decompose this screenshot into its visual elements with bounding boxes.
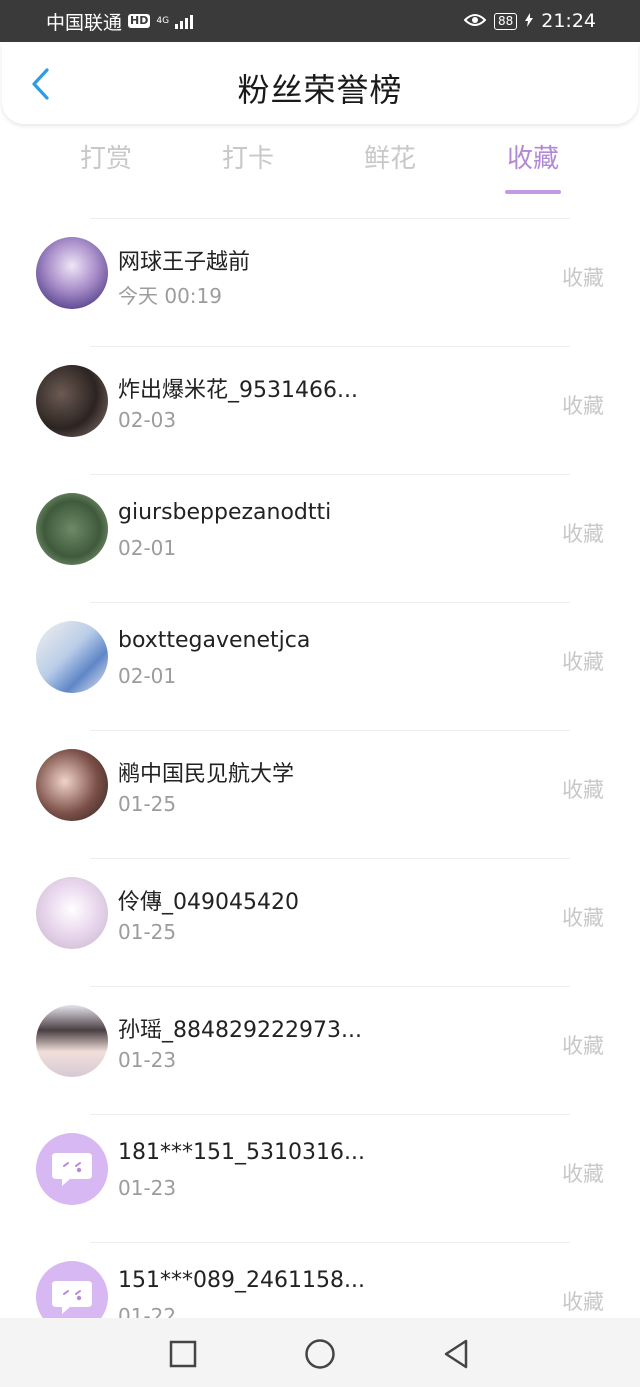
avatar xyxy=(36,1005,108,1077)
avatar xyxy=(36,749,108,821)
user-name: 151***089_2461158... xyxy=(118,1268,365,1293)
avatar xyxy=(36,877,108,949)
back-nav-button[interactable] xyxy=(436,1336,476,1372)
page-title: 粉丝荣誉榜 xyxy=(237,71,403,109)
tab-active-indicator xyxy=(505,190,561,194)
triangle-back-icon xyxy=(444,1339,468,1369)
user-name: 炸出爆米花_9531466... xyxy=(118,378,358,403)
time-label: 02-03 xyxy=(118,408,177,432)
time-label: 今天 00:19 xyxy=(118,284,222,308)
list-item[interactable]: 炸出爆米花_9531466... 02-03 收藏 xyxy=(0,346,640,474)
time-label: 01-25 xyxy=(118,920,177,944)
list-item[interactable]: 鹇中国民见航大学 01-25 收藏 xyxy=(0,730,640,858)
status-bar: 中国联通 HD 4G 88 21:24 xyxy=(0,0,640,42)
action-label: 收藏 xyxy=(562,1162,604,1186)
time-label: 02-01 xyxy=(118,664,177,688)
time-label: 01-23 xyxy=(118,1176,177,1200)
list-item[interactable]: 孙瑶_884829222973... 01-23 收藏 xyxy=(0,986,640,1114)
time-label: 01-25 xyxy=(118,792,177,816)
avatar xyxy=(36,621,108,693)
tab-checkin[interactable]: 打卡 xyxy=(188,138,308,198)
battery-icon: 88 xyxy=(493,12,518,30)
action-label: 收藏 xyxy=(562,522,604,546)
avatar xyxy=(36,365,108,437)
square-icon xyxy=(169,1340,197,1368)
tab-flowers[interactable]: 鲜花 xyxy=(330,138,450,198)
avatar xyxy=(36,237,108,309)
divider xyxy=(90,474,570,475)
divider xyxy=(90,1242,570,1243)
action-label: 收藏 xyxy=(562,650,604,674)
divider xyxy=(90,218,570,219)
list-item[interactable]: 伶傳_049045420 01-25 收藏 xyxy=(0,858,640,986)
tab-favorites[interactable]: 收藏 xyxy=(473,138,593,198)
list-item[interactable]: 181***151_5310316... 01-23 收藏 xyxy=(0,1114,640,1242)
carrier-label: 中国联通 xyxy=(46,11,123,34)
circle-icon xyxy=(305,1339,335,1369)
divider xyxy=(90,602,570,603)
status-right: 88 21:24 xyxy=(463,10,596,32)
user-name: 网球王子越前 xyxy=(118,250,251,275)
clock: 21:24 xyxy=(541,10,596,32)
action-label: 收藏 xyxy=(562,1290,604,1314)
user-name: 鹇中国民见航大学 xyxy=(118,762,295,787)
action-label: 收藏 xyxy=(562,906,604,930)
time-label: 01-23 xyxy=(118,1048,177,1072)
action-label: 收藏 xyxy=(562,394,604,418)
status-left: 中国联通 HD 4G xyxy=(46,8,194,35)
signal-icon xyxy=(175,13,194,29)
user-name: 孙瑶_884829222973... xyxy=(118,1018,362,1043)
charging-icon xyxy=(525,10,534,32)
user-name: boxttegavenetjca xyxy=(118,628,311,653)
list-item[interactable]: giursbeppezanodtti 02-01 收藏 xyxy=(0,474,640,602)
eye-comfort-icon xyxy=(463,10,487,32)
system-nav-bar xyxy=(0,1318,640,1387)
tab-reward[interactable]: 打赏 xyxy=(46,138,166,198)
user-name: giursbeppezanodtti xyxy=(118,500,332,525)
list-item[interactable]: boxttegavenetjca 02-01 收藏 xyxy=(0,602,640,730)
header-bar: 粉丝荣誉榜 xyxy=(2,44,638,124)
avatar xyxy=(36,493,108,565)
action-label: 收藏 xyxy=(562,1034,604,1058)
divider xyxy=(90,858,570,859)
fan-list: 网球王子越前 今天 00:19 收藏 炸出爆米花_9531466... 02-0… xyxy=(0,218,640,1370)
recents-button[interactable] xyxy=(163,1336,203,1372)
divider xyxy=(90,730,570,731)
divider xyxy=(90,986,570,987)
list-item[interactable]: 网球王子越前 今天 00:19 收藏 xyxy=(0,218,640,346)
user-name: 伶傳_049045420 xyxy=(118,890,299,915)
action-label: 收藏 xyxy=(562,778,604,802)
divider xyxy=(90,1114,570,1115)
user-name: 181***151_5310316... xyxy=(118,1140,365,1165)
tab-bar: 打赏 打卡 鲜花 收藏 xyxy=(0,138,640,198)
divider xyxy=(90,346,570,347)
network-type-icon: 4G xyxy=(156,15,170,26)
action-label: 收藏 xyxy=(562,266,604,290)
default-avatar-icon xyxy=(36,1133,108,1205)
home-button[interactable] xyxy=(300,1336,340,1372)
hd-icon: HD xyxy=(128,14,151,28)
time-label: 02-01 xyxy=(118,536,177,560)
